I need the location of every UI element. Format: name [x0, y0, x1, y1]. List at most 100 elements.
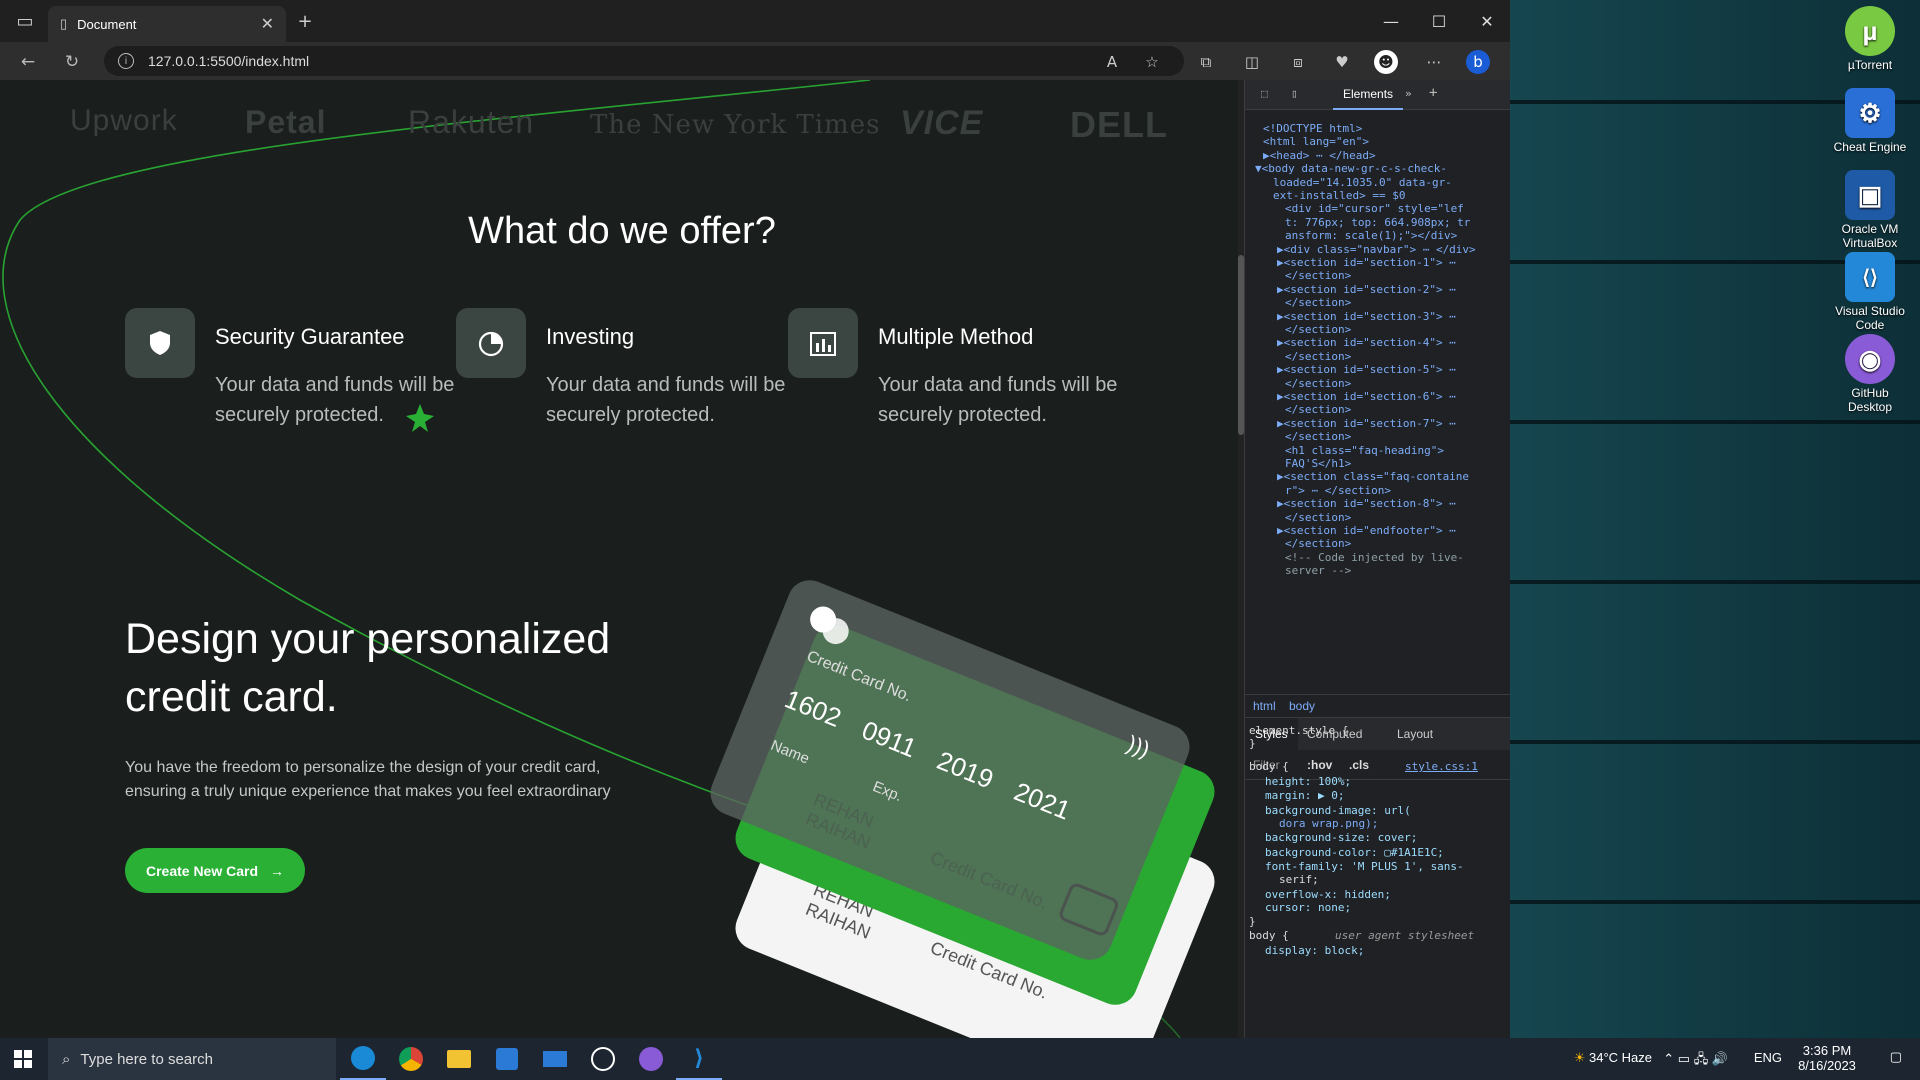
address-bar[interactable]: i 127.0.0.1:5500/index.html	[104, 46, 1184, 76]
dom-node-line[interactable]: </section>	[1285, 269, 1351, 282]
desktop-icon-vscode[interactable]: ⟨⟩ Visual Studio Code	[1820, 252, 1920, 332]
extensions-icon[interactable]: ⧉	[1194, 50, 1218, 74]
dom-node-line[interactable]: server -->	[1285, 564, 1351, 577]
taskbar-edge[interactable]	[340, 1038, 386, 1080]
tab-document[interactable]: ▯ Document ✕	[48, 6, 286, 42]
collections-icon[interactable]: ⧈	[1286, 50, 1310, 74]
dom-node-line[interactable]: ▶<div class="navbar"> ⋯ </div>	[1277, 243, 1476, 256]
favorite-star-icon[interactable]: ☆	[1140, 50, 1164, 74]
css-rule-line[interactable]: }	[1249, 737, 1256, 751]
dom-node-line[interactable]: ▶<section id="section-6"> ⋯	[1277, 390, 1456, 403]
read-aloud-icon[interactable]: A	[1100, 50, 1124, 74]
css-rule-line[interactable]: dora wrap.png);	[1279, 817, 1378, 831]
taskbar-store[interactable]	[484, 1038, 530, 1080]
dom-node-line[interactable]: ▶<section id="section-5"> ⋯	[1277, 363, 1456, 376]
cls-toggle[interactable]: .cls	[1349, 758, 1369, 772]
create-new-card-button[interactable]: Create New Card →	[125, 848, 305, 893]
language-indicator[interactable]: ENG	[1754, 1050, 1782, 1065]
dom-node-line[interactable]: </section>	[1285, 350, 1351, 363]
refresh-icon[interactable]: ↻	[60, 50, 84, 74]
tab-layout[interactable]: Layout	[1397, 727, 1433, 741]
taskbar-mail[interactable]	[532, 1038, 578, 1080]
site-info-icon[interactable]: i	[118, 53, 134, 69]
taskbar-file-explorer[interactable]	[436, 1038, 482, 1080]
dom-node-line[interactable]: loaded="14.1035.0" data-gr-	[1273, 176, 1452, 189]
css-rule-line[interactable]: }	[1249, 915, 1256, 929]
dom-node-line[interactable]: ▶<section id="endfooter"> ⋯	[1277, 524, 1456, 537]
weather-widget[interactable]: ☀ 34°C Haze	[1574, 1050, 1652, 1066]
dom-node-line[interactable]: <div id="cursor" style="lef	[1285, 202, 1464, 215]
css-rule-line[interactable]: background-size: cover;	[1265, 831, 1417, 845]
dom-node-line[interactable]: ext-installed> == $0	[1273, 189, 1405, 202]
inspect-icon[interactable]: ⬚	[1261, 87, 1268, 100]
css-rule-line[interactable]: font-family: 'M PLUS 1', sans-	[1265, 860, 1464, 874]
tray-icons[interactable]: ⌃ ▭ 🖧 🔊	[1663, 1050, 1728, 1072]
css-rule-line[interactable]: body {	[1249, 929, 1289, 943]
css-rule-line[interactable]: margin: ▶ 0;	[1265, 789, 1344, 803]
bing-chat-icon[interactable]: b	[1466, 50, 1490, 74]
css-rule-line[interactable]: background-color: ▢#1A1E1C;	[1265, 846, 1444, 860]
browser-essentials-icon[interactable]: ♥	[1330, 50, 1354, 74]
dom-node-line[interactable]: ▶<head> ⋯ </head>	[1263, 149, 1376, 162]
minimize-button[interactable]: —	[1368, 0, 1414, 42]
hov-toggle[interactable]: :hov	[1307, 758, 1332, 772]
start-button[interactable]	[0, 1038, 46, 1080]
close-window-button[interactable]: ✕	[1464, 0, 1510, 42]
dom-node-line[interactable]: </section>	[1285, 537, 1351, 550]
dom-node-line[interactable]: </section>	[1285, 403, 1351, 416]
more-tabs-icon[interactable]: »	[1405, 87, 1412, 100]
dom-node-line[interactable]: <!-- Code injected by live-	[1285, 551, 1464, 564]
dom-node-line[interactable]: ▶<section id="section-3"> ⋯	[1277, 310, 1456, 323]
taskbar-chrome[interactable]	[388, 1038, 434, 1080]
dom-node-line[interactable]: <h1 class="faq-heading">	[1285, 444, 1444, 457]
dom-node-line[interactable]: FAQ'S</h1>	[1285, 457, 1351, 470]
back-icon[interactable]: ←	[16, 50, 40, 74]
more-menu-icon[interactable]: ⋯	[1422, 50, 1446, 74]
close-tab-icon[interactable]: ✕	[261, 14, 274, 34]
dom-node-line[interactable]: ▶<section class="faq-containe	[1277, 470, 1469, 483]
dom-node-line[interactable]: r"> ⋯ </section>	[1285, 484, 1391, 497]
desktop-icon-cheat-engine[interactable]: ⚙ Cheat Engine	[1820, 88, 1920, 154]
css-rule-line[interactable]: body {	[1249, 760, 1289, 774]
css-rule-line[interactable]: background-image: url(	[1265, 804, 1411, 818]
dom-node-line[interactable]: ▶<section id="section-8"> ⋯	[1277, 497, 1456, 510]
stylesheet-link[interactable]: style.css:1	[1405, 760, 1478, 774]
dom-node-line[interactable]: ansform: scale(1);"></div>	[1285, 229, 1457, 242]
desktop-icon-utorrent[interactable]: µ µTorrent	[1820, 6, 1920, 72]
css-rule-line[interactable]: height: 100%;	[1265, 775, 1351, 789]
css-rule-line[interactable]: display: block;	[1265, 944, 1364, 958]
dom-node-line[interactable]: t: 776px; top: 664.908px; tr	[1285, 216, 1470, 229]
dom-node-line[interactable]: </section>	[1285, 511, 1351, 524]
dom-node-line[interactable]: ▶<section id="section-1"> ⋯	[1277, 256, 1456, 269]
dom-node-line[interactable]: </section>	[1285, 377, 1351, 390]
notifications-icon[interactable]: ▢	[1890, 1049, 1902, 1065]
css-rule-line[interactable]: cursor: none;	[1265, 901, 1351, 915]
taskbar-github-desktop[interactable]	[628, 1038, 674, 1080]
tab-elements[interactable]: Elements	[1333, 80, 1404, 110]
dom-node-line[interactable]: ▶<section id="section-7"> ⋯	[1277, 417, 1456, 430]
device-toggle-icon[interactable]: ▯	[1291, 87, 1298, 100]
dom-node-line[interactable]: ▶<section id="section-4"> ⋯	[1277, 336, 1456, 349]
dom-node-line[interactable]: </section>	[1285, 323, 1351, 336]
dom-node-line[interactable]: </section>	[1285, 430, 1351, 443]
split-screen-icon[interactable]: ◫	[1240, 50, 1264, 74]
dom-node-line[interactable]: ▶<section id="section-2"> ⋯	[1277, 283, 1456, 296]
dom-node-line[interactable]: <html lang="en">	[1263, 135, 1369, 148]
taskbar-vscode[interactable]: ⟩	[676, 1038, 722, 1080]
dom-node-line[interactable]: </section>	[1285, 296, 1351, 309]
clock[interactable]: 3:36 PM 8/16/2023	[1792, 1043, 1862, 1073]
taskbar-media-player[interactable]	[580, 1038, 626, 1080]
add-tab-icon[interactable]: +	[1429, 85, 1437, 101]
desktop-icon-github-desktop[interactable]: ◉ GitHub Desktop	[1820, 334, 1920, 414]
taskbar-search[interactable]: ⌕ Type here to search	[48, 1038, 336, 1080]
css-rule-line[interactable]: element.style {	[1249, 724, 1348, 738]
tab-actions-icon[interactable]: ▭	[12, 8, 38, 34]
maximize-button[interactable]: ☐	[1416, 0, 1462, 42]
desktop-icon-virtualbox[interactable]: ▣ Oracle VM VirtualBox	[1820, 170, 1920, 250]
dom-node-line[interactable]: <!DOCTYPE html>	[1263, 122, 1362, 135]
css-rule-line[interactable]: serif;	[1279, 873, 1319, 887]
css-rule-line[interactable]: overflow-x: hidden;	[1265, 888, 1391, 902]
profile-avatar[interactable]: ☻	[1374, 50, 1398, 74]
dom-node-line[interactable]: ▼<body data-new-gr-c-s-check-	[1255, 162, 1447, 175]
new-tab-button[interactable]: +	[292, 8, 318, 34]
